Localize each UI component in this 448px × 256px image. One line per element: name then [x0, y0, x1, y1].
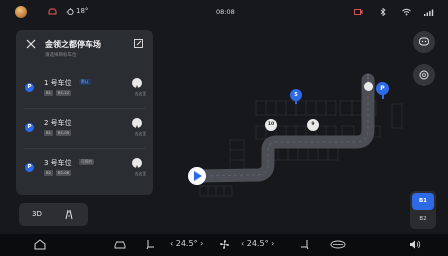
- floor-selector: B1 B2: [410, 191, 436, 229]
- slot-item-3[interactable]: P 3 号车位 可预约 B2 B2-08 去这里: [16, 148, 153, 186]
- slot-number-chip: B2-08: [56, 170, 72, 176]
- slot-number-chip: B1-05: [56, 130, 72, 136]
- seat-icon[interactable]: [146, 239, 155, 250]
- volume-icon[interactable]: [409, 239, 421, 250]
- slot-item-1[interactable]: P 1 号车位 默认 B1 B1-12 去这里: [16, 68, 153, 106]
- slot-name: 3 号车位: [44, 159, 72, 167]
- bottom-bar: ‹ 24.5° › ‹ 24.5° ›: [0, 234, 448, 256]
- right-temp-value: 24.5°: [246, 239, 269, 248]
- slot-marker-5[interactable]: 5: [290, 89, 302, 104]
- floor-b2-button[interactable]: B2: [412, 213, 434, 226]
- camera-icon[interactable]: [354, 9, 363, 15]
- destination-marker[interactable]: P: [376, 82, 389, 99]
- settings-button[interactable]: [413, 64, 435, 86]
- navigate-label: 去这里: [134, 91, 146, 96]
- right-temp-control[interactable]: ‹ 24.5° ›: [241, 239, 274, 248]
- panel-title: 金领之都停车场: [45, 40, 101, 49]
- floor-b1-button[interactable]: B1: [412, 193, 434, 210]
- screen: 18° 08:08 5 10 9 P 金领之都停车场 请选择目标车位 P 1 号…: [0, 0, 448, 256]
- slot-marker-10[interactable]: 10: [265, 119, 277, 131]
- 3d-view-button[interactable]: 3D: [32, 210, 42, 218]
- road-icon[interactable]: [63, 209, 75, 220]
- avatar[interactable]: [15, 6, 27, 18]
- left-temp-value: 24.5°: [175, 239, 198, 248]
- left-temp-control[interactable]: ‹ 24.5° ›: [170, 239, 203, 248]
- slot-marker-9[interactable]: 9: [307, 119, 319, 131]
- steering-icon[interactable]: [330, 240, 346, 249]
- clock: 08:08: [216, 8, 235, 16]
- bluetooth-icon[interactable]: [380, 8, 386, 16]
- car-status-icon: [48, 8, 57, 15]
- navigate-icon[interactable]: [132, 78, 142, 90]
- navigate-icon[interactable]: [132, 158, 142, 170]
- signal-icon: [424, 9, 434, 16]
- view-toggle: 3D: [19, 203, 88, 226]
- navigate-label: 去这里: [134, 131, 146, 136]
- parking-icon: P: [25, 123, 34, 132]
- navigate-icon[interactable]: [132, 118, 142, 130]
- slot-tag: 可预约: [79, 159, 95, 165]
- slot-floor-chip: B1: [44, 130, 54, 136]
- outside-temperature: 18°: [76, 7, 89, 15]
- settings-icon: [419, 70, 429, 80]
- slot-name: 1 号车位: [44, 79, 72, 87]
- parking-icon: P: [25, 83, 34, 92]
- slot-tag: 默认: [79, 79, 91, 85]
- close-icon[interactable]: [26, 39, 36, 49]
- parking-panel: 金领之都停车场 请选择目标车位 P 1 号车位 默认 B1 B1-12 去这里 …: [16, 30, 153, 195]
- weather-icon: [66, 8, 74, 16]
- edit-icon[interactable]: [134, 39, 143, 48]
- slot-number-chip: B1-12: [56, 90, 72, 96]
- chat-icon: [419, 37, 429, 46]
- panel-header: 金领之都停车场 请选择目标车位: [16, 30, 153, 64]
- wifi-icon[interactable]: [402, 8, 411, 16]
- panel-subtitle: 请选择目标车位: [45, 53, 77, 58]
- home-icon[interactable]: [34, 239, 46, 250]
- divider: [24, 108, 145, 109]
- navigate-label: 去这里: [134, 171, 146, 176]
- vehicle-icon[interactable]: [114, 240, 126, 249]
- divider: [24, 148, 145, 149]
- voice-assistant-button[interactable]: [413, 31, 435, 53]
- slot-floor-chip: B1: [44, 90, 54, 96]
- slot-floor-chip: B2: [44, 170, 54, 176]
- fan-icon[interactable]: [219, 239, 230, 250]
- slot-name: 2 号车位: [44, 119, 72, 127]
- status-bar: 18° 08:08: [0, 0, 448, 24]
- end-point-marker: [364, 82, 373, 91]
- parking-icon: P: [25, 163, 34, 172]
- slot-item-2[interactable]: P 2 号车位 B1 B1-05 去这里: [16, 108, 153, 146]
- right-seat-icon[interactable]: [300, 239, 309, 250]
